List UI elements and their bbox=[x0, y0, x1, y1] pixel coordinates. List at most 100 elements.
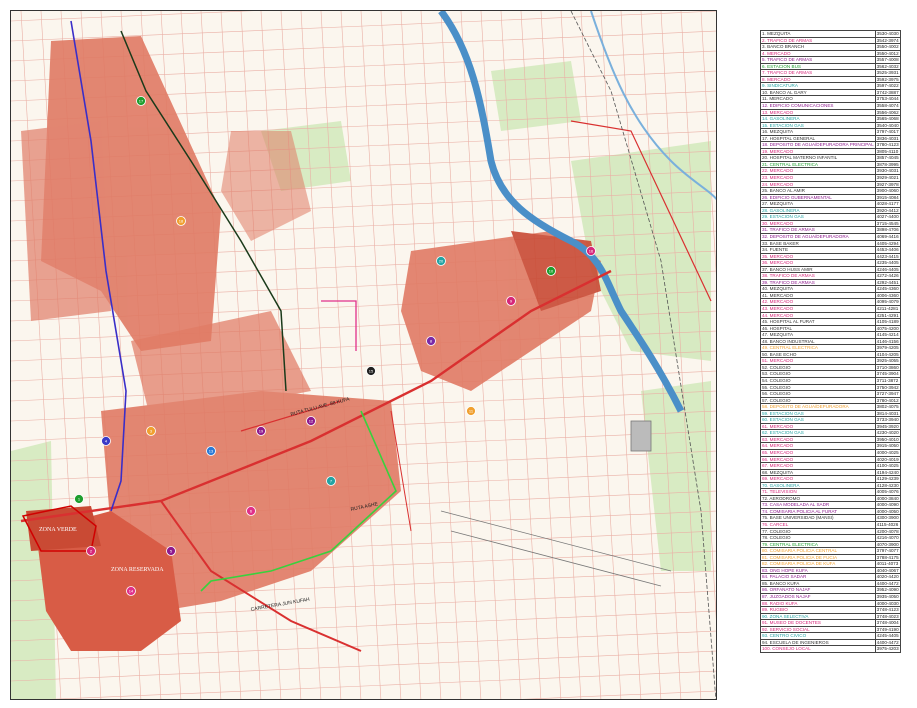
legend-code: 3797-4077 bbox=[874, 547, 901, 555]
legend-code: 3927-3978 bbox=[874, 180, 901, 189]
legend-code: 3898-4706 bbox=[874, 226, 901, 234]
legend-code: 3556-4062 bbox=[874, 108, 901, 117]
legend-code: 3550-4012 bbox=[874, 49, 901, 58]
poi-marker-6[interactable]: 6 bbox=[246, 506, 256, 516]
poi-marker-16[interactable]: 16 bbox=[586, 246, 596, 256]
legend-code: 4040-4067 bbox=[874, 566, 901, 575]
legend-code: 4453-4406 bbox=[874, 246, 901, 254]
legend-code: 4075-4200 bbox=[874, 324, 901, 333]
legend-code: 4020-4420 bbox=[874, 573, 901, 581]
poi-marker-number: 18 bbox=[179, 219, 184, 224]
poi-marker-10[interactable]: 10 bbox=[546, 266, 556, 276]
legend-code: 3742-3887 bbox=[874, 88, 901, 97]
legend-row: 20. HOSPITAL MATERNO INFANTIL 3857-4045 bbox=[760, 154, 901, 162]
legend-code: 4070-3900 bbox=[874, 540, 901, 549]
legend-code: 3836-4031 bbox=[874, 134, 901, 143]
legend-code: 4246-4405 bbox=[874, 265, 901, 274]
legend-row: 58. DEPOSITO DE AGUA/DEPURADORA 3802-4075 bbox=[760, 403, 901, 411]
poi-marker-19[interactable]: 19 bbox=[256, 426, 266, 436]
legend-row: 26. EDIFICIO GUBERNAMENTAL 3915-4084 bbox=[760, 193, 901, 202]
legend-code: 4423-4415 bbox=[874, 252, 901, 261]
poi-marker-13[interactable]: 13 bbox=[206, 446, 216, 456]
poi-marker-20[interactable]: 20 bbox=[436, 256, 446, 266]
legend-code: 4115-4026 bbox=[874, 521, 901, 529]
legend-row: 18. DEPOSITO DE AGUA/DEPURADORA PRINCIPA… bbox=[760, 141, 901, 149]
zone-a-label: ZONA VERDE bbox=[39, 527, 77, 533]
legend-code: 4251-4291 bbox=[874, 311, 901, 320]
legend-code: 3900-4060 bbox=[874, 187, 901, 195]
legend-name: 100. CONSEJO LOCAL bbox=[760, 645, 876, 653]
legend-row: 82. COMISARIA POLICIA DE KUFA 4011-4073 bbox=[760, 560, 901, 568]
legend-row: 74. COMISARIA POLICIA AL FURAT 4000-4050 bbox=[760, 507, 901, 516]
legend-code: 3780-4012 bbox=[874, 396, 901, 405]
legend-code: 3733-3940 bbox=[874, 416, 901, 424]
poi-marker-18[interactable]: 18 bbox=[176, 216, 186, 226]
poi-marker-1[interactable]: 1 bbox=[74, 494, 84, 504]
city-map[interactable]: ZONA VERDE ZONA RESERVADA RUTA TULU AVE.… bbox=[10, 10, 717, 700]
poi-marker-number: 15 bbox=[369, 369, 374, 374]
legend-code: 4235-4405 bbox=[874, 259, 901, 267]
legend-code: 4405-4294 bbox=[874, 239, 901, 248]
poi-marker-4[interactable]: 4 bbox=[101, 436, 111, 446]
legend-code: 4146-4156 bbox=[874, 337, 901, 346]
legend-code: 4100-4025 bbox=[874, 462, 901, 470]
legend-code: 4104-4205 bbox=[874, 350, 901, 359]
legend-code: 4145-4214 bbox=[874, 331, 901, 339]
legend-code: 3929-4021 bbox=[874, 174, 901, 182]
legend-code: 3925-4055 bbox=[874, 357, 901, 365]
legend-code: 4216-4070 bbox=[874, 534, 901, 542]
poi-marker-7[interactable]: 7 bbox=[326, 476, 336, 486]
legend-code: 3550-4002 bbox=[874, 43, 901, 51]
legend-code: 4005-4076 bbox=[874, 488, 901, 496]
poi-marker-14[interactable]: 14 bbox=[126, 586, 136, 596]
legend-code: 4027-4400 bbox=[874, 213, 901, 221]
legend-row: 32. DEPOSITO DE AGUA/DEPURADORA 4069-4416 bbox=[760, 232, 901, 241]
legend-code: 3805-4110 bbox=[874, 147, 901, 156]
legend-code: 4300-3900 bbox=[874, 514, 901, 522]
legend-code: 3814-4031 bbox=[874, 409, 901, 418]
legend-code: 4245-4405 bbox=[874, 632, 901, 640]
legend-code: 4000-4090 bbox=[874, 501, 901, 509]
legend-code: 4245-4360 bbox=[874, 285, 901, 293]
legend-code: 3975-4203 bbox=[874, 645, 901, 653]
poi-marker-15[interactable]: 15 bbox=[366, 366, 376, 376]
legend-code: 3952-4090 bbox=[874, 586, 901, 594]
legend-code: 4194-4240 bbox=[874, 468, 901, 477]
poi-marker-11[interactable]: 11 bbox=[466, 406, 476, 416]
legend-code: 3878-3995 bbox=[874, 160, 901, 169]
legend-row: 80. COMISARIA POLICIA CENTRAL 3797-4077 bbox=[760, 547, 901, 555]
legend-code: 3748-4004 bbox=[874, 619, 901, 627]
poi-marker-5[interactable]: 5 bbox=[166, 546, 176, 556]
poi-marker-17[interactable]: 17 bbox=[136, 96, 146, 106]
legend-code: 3930-4031 bbox=[874, 167, 901, 175]
poi-marker-3[interactable]: 3 bbox=[146, 426, 156, 436]
legend-code: 4200-4078 bbox=[874, 527, 901, 536]
legend-code: 3788-4175 bbox=[874, 553, 901, 562]
legend-code: 3565-4068 bbox=[874, 115, 901, 123]
legend-code: 4000-4030 bbox=[874, 599, 901, 608]
legend-code: 3715-4545 bbox=[874, 219, 901, 228]
legend-code: 3745-3904 bbox=[874, 370, 901, 378]
poi-marker-number: 17 bbox=[139, 99, 144, 104]
legend-code: 3748-4023 bbox=[874, 612, 901, 621]
legend-code: 4011-4073 bbox=[874, 560, 901, 568]
legend-code: 4000-4050 bbox=[874, 507, 901, 516]
poi-marker-2[interactable]: 2 bbox=[86, 546, 96, 556]
legend-code: 3979-4205 bbox=[874, 344, 901, 352]
legend-code: 3711-3872 bbox=[874, 377, 901, 385]
poi-marker-number: 12 bbox=[309, 419, 314, 424]
legend-code: 3592-3975 bbox=[874, 75, 901, 84]
legend-code: 3915-4050 bbox=[874, 442, 901, 450]
legend-code: 4129-4239 bbox=[874, 475, 901, 483]
legend-code: 3710-3860 bbox=[874, 363, 901, 372]
legend-code: 3797-4017 bbox=[874, 128, 901, 136]
poi-marker-number: 14 bbox=[129, 589, 134, 594]
poi-marker-12[interactable]: 12 bbox=[306, 416, 316, 426]
poi-marker-8[interactable]: 8 bbox=[426, 336, 436, 346]
legend-code: 3557-4008 bbox=[874, 56, 901, 64]
legend-code: 4000-4025 bbox=[874, 449, 901, 457]
poi-marker-9[interactable]: 9 bbox=[506, 296, 516, 306]
legend-row: 75. BASE UNIVERSIDAD (MANSI) 4300-3900 bbox=[760, 514, 901, 522]
legend-code: 4006-4360 bbox=[874, 291, 901, 300]
poi-marker-number: 20 bbox=[439, 259, 444, 264]
